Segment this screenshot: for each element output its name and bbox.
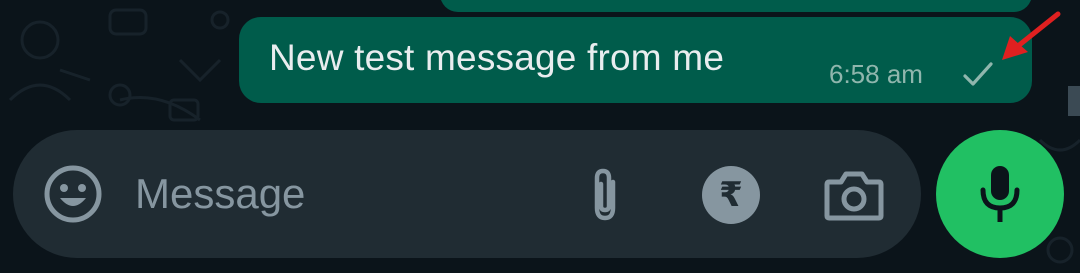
outgoing-message-bubble[interactable]: New test message from me 6:58 am [239, 17, 1032, 103]
camera-icon[interactable] [823, 168, 885, 222]
message-time: 6:58 am [829, 59, 923, 89]
payment-button[interactable]: ₹ [702, 166, 760, 224]
message-text: New test message from me [269, 37, 725, 78]
scrollbar[interactable] [1068, 86, 1080, 116]
paperclip-icon[interactable] [583, 166, 629, 226]
previous-message-bubble[interactable] [440, 0, 1032, 12]
red-arrow-annotation-icon [1002, 11, 1061, 60]
single-check-icon [963, 62, 993, 86]
message-input[interactable] [135, 166, 555, 222]
chat-screen: New test message from me 6:58 am ₹ [0, 0, 1080, 273]
microphone-icon [980, 166, 1020, 222]
voice-message-button[interactable] [936, 130, 1064, 258]
message-composer: ₹ [13, 130, 921, 258]
rupee-icon: ₹ [719, 175, 743, 215]
emoji-icon[interactable] [43, 164, 103, 224]
